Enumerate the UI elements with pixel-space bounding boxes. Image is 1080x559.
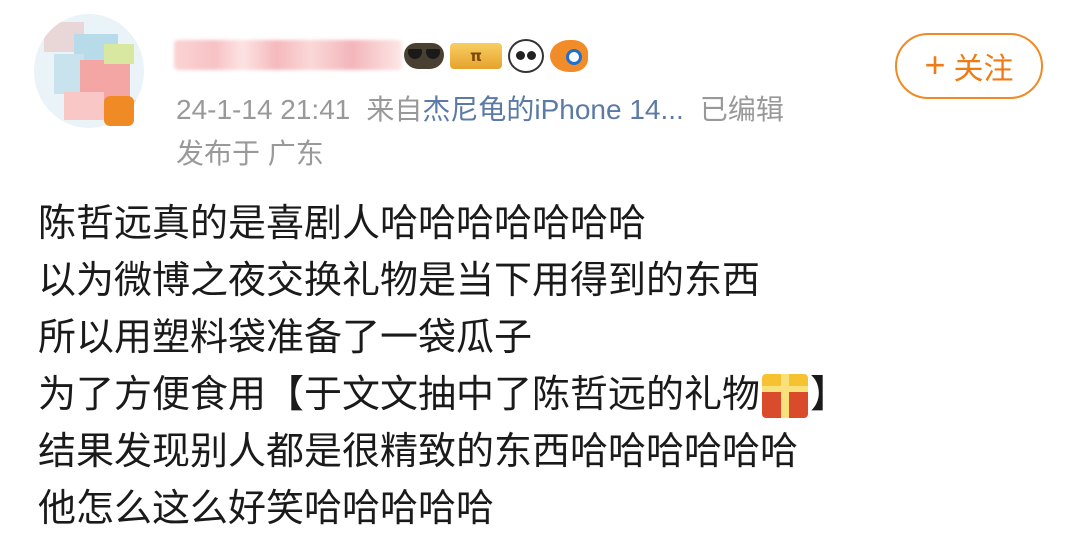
username-blurred[interactable] xyxy=(174,40,402,70)
post-timestamp: 24-1-14 21:41 xyxy=(176,94,351,125)
gift-icon xyxy=(762,373,809,418)
post-content: 陈哲远真的是喜剧人哈哈哈哈哈哈哈 以为微博之夜交换礼物是当下用得到的东西 所以用… xyxy=(38,196,1058,538)
follow-button[interactable]: + 关注 xyxy=(895,33,1043,99)
post-line: 所以用塑料袋准备了一袋瓜子 xyxy=(38,317,533,359)
plus-icon: + xyxy=(924,43,946,85)
post-line-text: 】 xyxy=(810,374,849,416)
fan-level-badge[interactable]: π xyxy=(450,40,502,72)
post-line-text: 为了方便食用【于文文抽中了陈哲远的礼物 xyxy=(38,374,761,416)
post-line: 结果发现别人都是很精致的东西哈哈哈哈哈哈 xyxy=(38,431,799,473)
source-prefix: 来自 xyxy=(366,94,423,125)
sunglasses-icon xyxy=(404,40,444,72)
follow-label: 关注 xyxy=(953,53,1014,86)
post-source-link[interactable]: 杰尼龟的iPhone 14... xyxy=(422,94,683,125)
post-location: 发布于 广东 xyxy=(176,138,324,169)
post-line: 为了方便食用【于文文抽中了陈哲远的礼物 】 xyxy=(38,367,1058,424)
user-badges: π xyxy=(404,38,588,74)
panda-icon xyxy=(508,39,544,73)
post-line: 陈哲远真的是喜剧人哈哈哈哈哈哈哈 xyxy=(38,203,647,245)
post-meta: 24-1-14 21:41 来自杰尼龟的iPhone 14... 已编辑 xyxy=(176,88,784,128)
fish-icon xyxy=(550,40,588,72)
edited-label[interactable]: 已编辑 xyxy=(700,94,784,125)
post-line: 以为微博之夜交换礼物是当下用得到的东西 xyxy=(38,260,761,302)
post-line: 他怎么这么好笑哈哈哈哈哈 xyxy=(38,488,495,530)
avatar-badge-icon xyxy=(104,96,134,126)
